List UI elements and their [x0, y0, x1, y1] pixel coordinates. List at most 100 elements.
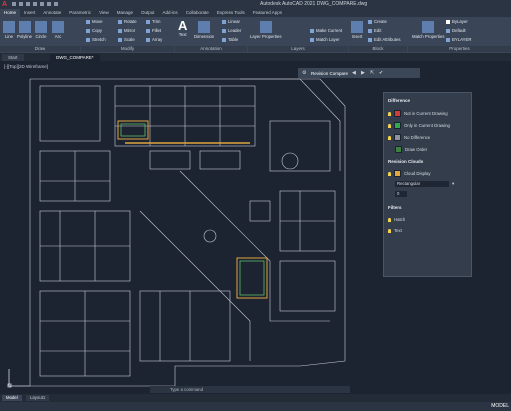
visibility-bulb-icon[interactable]	[388, 171, 391, 176]
layers-panel-title[interactable]: Layers	[248, 46, 348, 52]
difference-row-draw-order[interactable]: Draw Order	[395, 146, 427, 153]
copy-icon	[86, 28, 90, 33]
difference-row-not-in-current[interactable]: Not in Current Drawing	[388, 110, 448, 117]
visibility-bulb-icon[interactable]	[388, 123, 391, 128]
done-icon[interactable]: ✔	[379, 70, 384, 76]
tab-view[interactable]: View	[95, 9, 113, 17]
tab-featured-apps[interactable]: Featured Apps	[249, 9, 286, 17]
trim-tool[interactable]: Trim	[146, 19, 160, 24]
tab-layout1[interactable]: Layout1	[26, 395, 50, 401]
tab-model[interactable]: Model	[2, 395, 22, 401]
lineweight-dropdown[interactable]: Default	[446, 28, 466, 33]
mirror-tool[interactable]: Mirror	[118, 28, 135, 33]
make-current-tool[interactable]: Make Current	[310, 28, 342, 33]
fillet-tool[interactable]: Fillet	[146, 28, 161, 33]
previous-icon[interactable]: ◀	[352, 70, 357, 76]
ribbon-tabs: Home Insert Annotate Parametric View Man…	[0, 9, 511, 17]
ucs-icon	[7, 369, 30, 388]
array-tool[interactable]: Array	[146, 37, 162, 42]
export-icon[interactable]: ⇱	[370, 70, 375, 76]
chevron-down-icon[interactable]: ▾	[452, 181, 454, 187]
create-block-icon	[368, 19, 372, 24]
command-line-input[interactable]: Type a command	[150, 386, 350, 393]
visibility-bulb-icon[interactable]	[388, 228, 391, 233]
rotate-tool[interactable]: Rotate	[118, 19, 137, 24]
save-icon[interactable]	[26, 2, 30, 6]
stretch-icon	[86, 37, 90, 42]
table-tool[interactable]: Table	[222, 37, 238, 42]
insert-tool[interactable]: Insert	[351, 21, 363, 39]
difference-row-no-difference[interactable]: No Difference	[388, 134, 430, 141]
undo-icon[interactable]	[47, 2, 51, 6]
color-swatch[interactable]	[394, 110, 401, 117]
autocad-logo-icon[interactable]: A	[2, 1, 9, 8]
tab-parametric[interactable]: Parametric	[65, 9, 95, 17]
move-tool[interactable]: Move	[86, 19, 103, 24]
redo-icon[interactable]	[54, 2, 58, 6]
modify-panel-title[interactable]: Modify	[81, 46, 174, 52]
visibility-bulb-icon[interactable]	[388, 111, 391, 116]
match-properties-tool[interactable]: Match Properties	[412, 21, 444, 39]
cloud-value-input[interactable]: 0	[395, 191, 407, 197]
draw-panel-title[interactable]: Draw	[0, 46, 80, 52]
circle-tool[interactable]: Circle	[35, 21, 47, 39]
color-dropdown[interactable]: ByLayer	[446, 19, 468, 24]
edit-attributes-tool[interactable]: Edit Attributes	[368, 37, 401, 42]
dimension-tool[interactable]: Dimension	[194, 21, 214, 39]
filter-hatch-row[interactable]: Hatch	[388, 217, 405, 222]
visibility-bulb-icon[interactable]	[388, 135, 391, 140]
leader-tool[interactable]: Leader	[222, 28, 241, 33]
scale-tool[interactable]: Scale	[118, 37, 135, 42]
tab-collaborate[interactable]: Collaborate	[182, 9, 213, 17]
new-icon[interactable]	[12, 2, 16, 6]
open-icon[interactable]	[19, 2, 23, 6]
annotation-panel-title[interactable]: Annotation	[175, 46, 247, 52]
properties-panel-title[interactable]: Properties	[408, 46, 511, 52]
next-icon[interactable]: ▶	[361, 70, 366, 76]
cloud-display-row[interactable]: Cloud Display	[388, 170, 431, 177]
drawing-canvas[interactable]: [-][Top][2D Wireframe] ⚙ Revision Compar…	[0, 61, 511, 394]
tab-output[interactable]: Output	[137, 9, 159, 17]
color-swatch[interactable]	[395, 146, 402, 153]
cloud-shape-select[interactable]: Rectangular	[395, 181, 449, 187]
tab-start[interactable]: Start	[2, 54, 24, 61]
table-icon	[222, 37, 226, 42]
tab-addins[interactable]: Add-ins	[159, 9, 182, 17]
settings-icon[interactable]: ⚙	[302, 70, 307, 76]
difference-row-only-in-current[interactable]: Only in Current Drawing	[388, 122, 450, 129]
layer-properties-tool[interactable]: Layer Properties	[250, 21, 282, 39]
edit-block-tool[interactable]: Edit	[368, 28, 381, 33]
saveas-icon[interactable]	[33, 2, 37, 6]
polyline-tool[interactable]: Polyline	[17, 21, 32, 39]
stretch-tool[interactable]: Stretch	[86, 37, 106, 42]
filters-section-title: Filters	[388, 205, 402, 210]
color-swatch[interactable]	[394, 134, 401, 141]
text-tool[interactable]: A Text	[178, 19, 187, 37]
tab-home[interactable]: Home	[0, 9, 21, 17]
filter-text-row[interactable]: Text	[388, 228, 402, 233]
match-layer-tool[interactable]: Match Layer	[310, 37, 340, 42]
tab-manage[interactable]: Manage	[113, 9, 137, 17]
tab-dwg-compare[interactable]: DWG_COMPARE*	[50, 54, 100, 61]
match-properties-icon	[422, 21, 435, 33]
visibility-bulb-icon[interactable]	[388, 217, 391, 222]
ribbon: Line Polyline Circle Arc Draw Move Rotat…	[0, 17, 511, 53]
cloud-color-swatch[interactable]	[394, 170, 401, 177]
linear-icon	[222, 19, 226, 24]
create-block-tool[interactable]: Create	[368, 19, 387, 24]
arc-tool[interactable]: Arc	[52, 21, 64, 39]
line-tool[interactable]: Line	[3, 21, 15, 39]
leader-icon	[222, 28, 226, 33]
linetype-dropdown[interactable]: BYLAYER	[446, 37, 472, 42]
model-space-button[interactable]: MODEL	[491, 403, 509, 409]
color-swatch[interactable]	[394, 122, 401, 129]
block-panel-title[interactable]: Block	[349, 46, 407, 52]
tab-express-tools[interactable]: Express Tools	[213, 9, 249, 17]
tab-annotate[interactable]: Annotate	[39, 9, 65, 17]
linear-tool[interactable]: Linear	[222, 19, 240, 24]
copy-tool[interactable]: Copy	[86, 28, 102, 33]
compare-label: Revision Compare	[311, 70, 349, 76]
tab-insert[interactable]: Insert	[20, 9, 39, 17]
plot-icon[interactable]	[40, 2, 44, 6]
polyline-icon	[18, 21, 31, 33]
